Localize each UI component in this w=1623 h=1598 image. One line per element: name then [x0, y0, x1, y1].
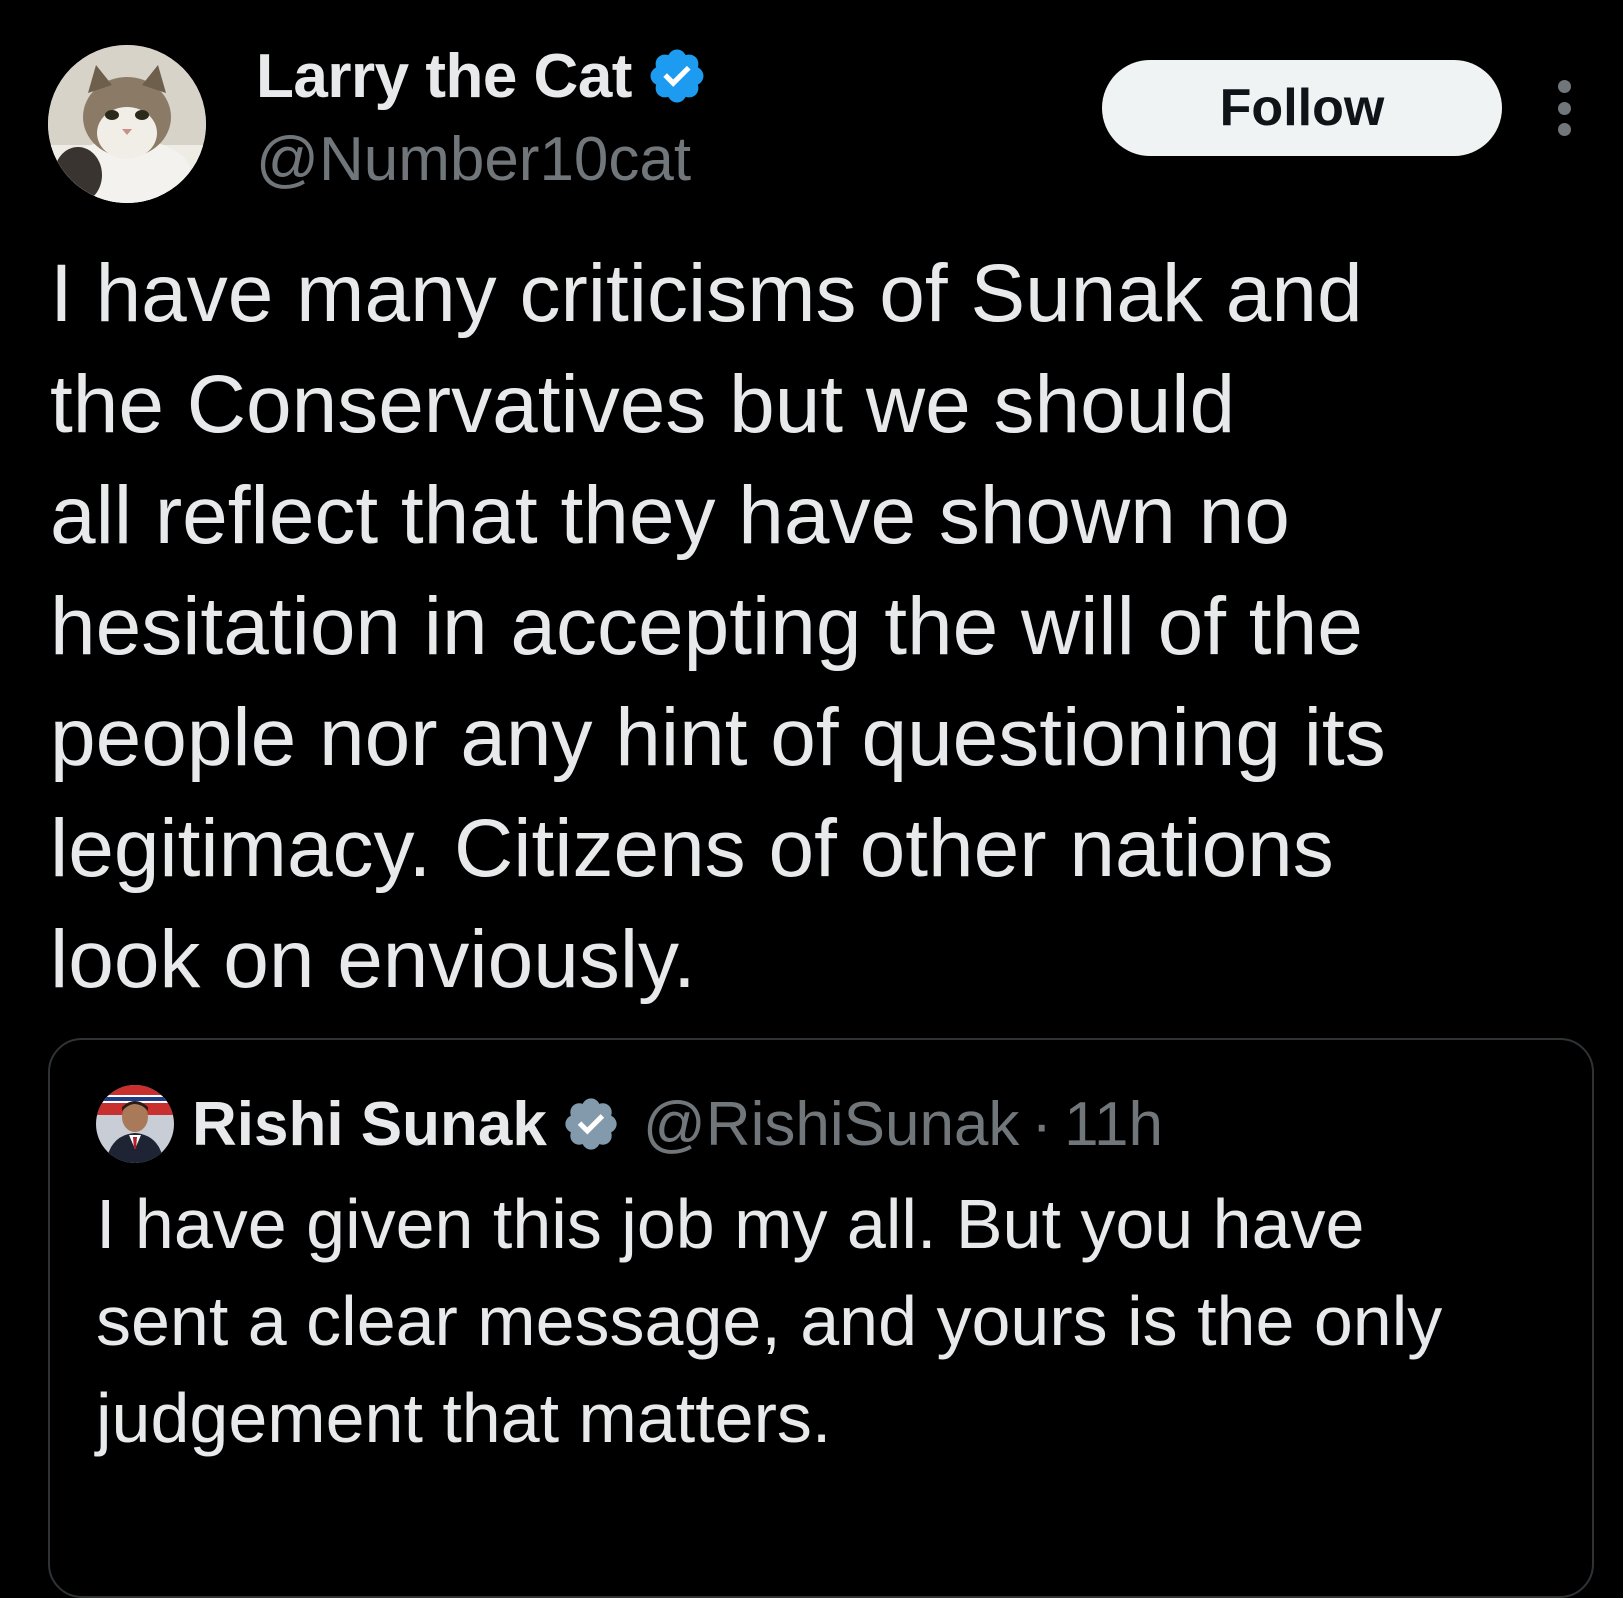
quoted-author-display-name[interactable]: Rishi Sunak [192, 1089, 547, 1160]
tweet-text-line: the Conservatives but we should [50, 359, 1236, 450]
quoted-tweet-text-line: sent a clear message, and yours is the o… [96, 1282, 1443, 1360]
more-dot [1557, 80, 1571, 93]
tweet-text-line: I have many criticisms of Sunak and [50, 248, 1363, 339]
author-display-name[interactable]: Larry the Cat [256, 41, 632, 112]
tweet-text-line: look on enviously. [50, 914, 696, 1005]
author-handle[interactable]: @Number10cat [256, 124, 691, 195]
separator-dot: · [1031, 1089, 1053, 1159]
tweet-text-line: people nor any hint of questioning its [50, 692, 1386, 783]
more-dot [1557, 123, 1571, 136]
quoted-author-avatar[interactable] [96, 1085, 174, 1163]
quoted-tweet-text: I have given this job my all. But you ha… [96, 1176, 1556, 1467]
more-vertical-icon[interactable] [1548, 80, 1580, 136]
quoted-tweet-time[interactable]: 11h [1064, 1089, 1163, 1160]
verified-badge-grey-icon[interactable] [561, 1094, 621, 1154]
tweet-text-line: hesitation in accepting the will of the [50, 581, 1363, 672]
quoted-author-handle[interactable]: @RishiSunak [643, 1089, 1020, 1160]
cat-avatar-image [48, 45, 206, 203]
tweet-text-line: all reflect that they have shown no [50, 470, 1290, 561]
person-avatar-image [96, 1085, 174, 1163]
quoted-tweet-text-line: judgement that matters. [96, 1379, 832, 1457]
quoted-tweet-header: Rishi Sunak @RishiSunak · 11h [96, 1084, 1163, 1164]
quoted-tweet-card[interactable]: Rishi Sunak @RishiSunak · 11h I have giv… [48, 1038, 1594, 1598]
quoted-tweet-text-line: I have given this job my all. But you ha… [96, 1185, 1365, 1263]
tweet-card: Larry the Cat @Number10cat Follow I have… [0, 0, 1623, 1598]
author-name-row: Larry the Cat [256, 36, 708, 116]
more-dot [1557, 101, 1571, 115]
verified-badge-icon[interactable] [646, 45, 708, 107]
tweet-text-line: legitimacy. Citizens of other nations [50, 803, 1334, 894]
tweet-text: I have many criticisms of Sunak and the … [50, 238, 1590, 1015]
author-avatar[interactable] [48, 45, 206, 203]
follow-button[interactable]: Follow [1102, 60, 1502, 156]
